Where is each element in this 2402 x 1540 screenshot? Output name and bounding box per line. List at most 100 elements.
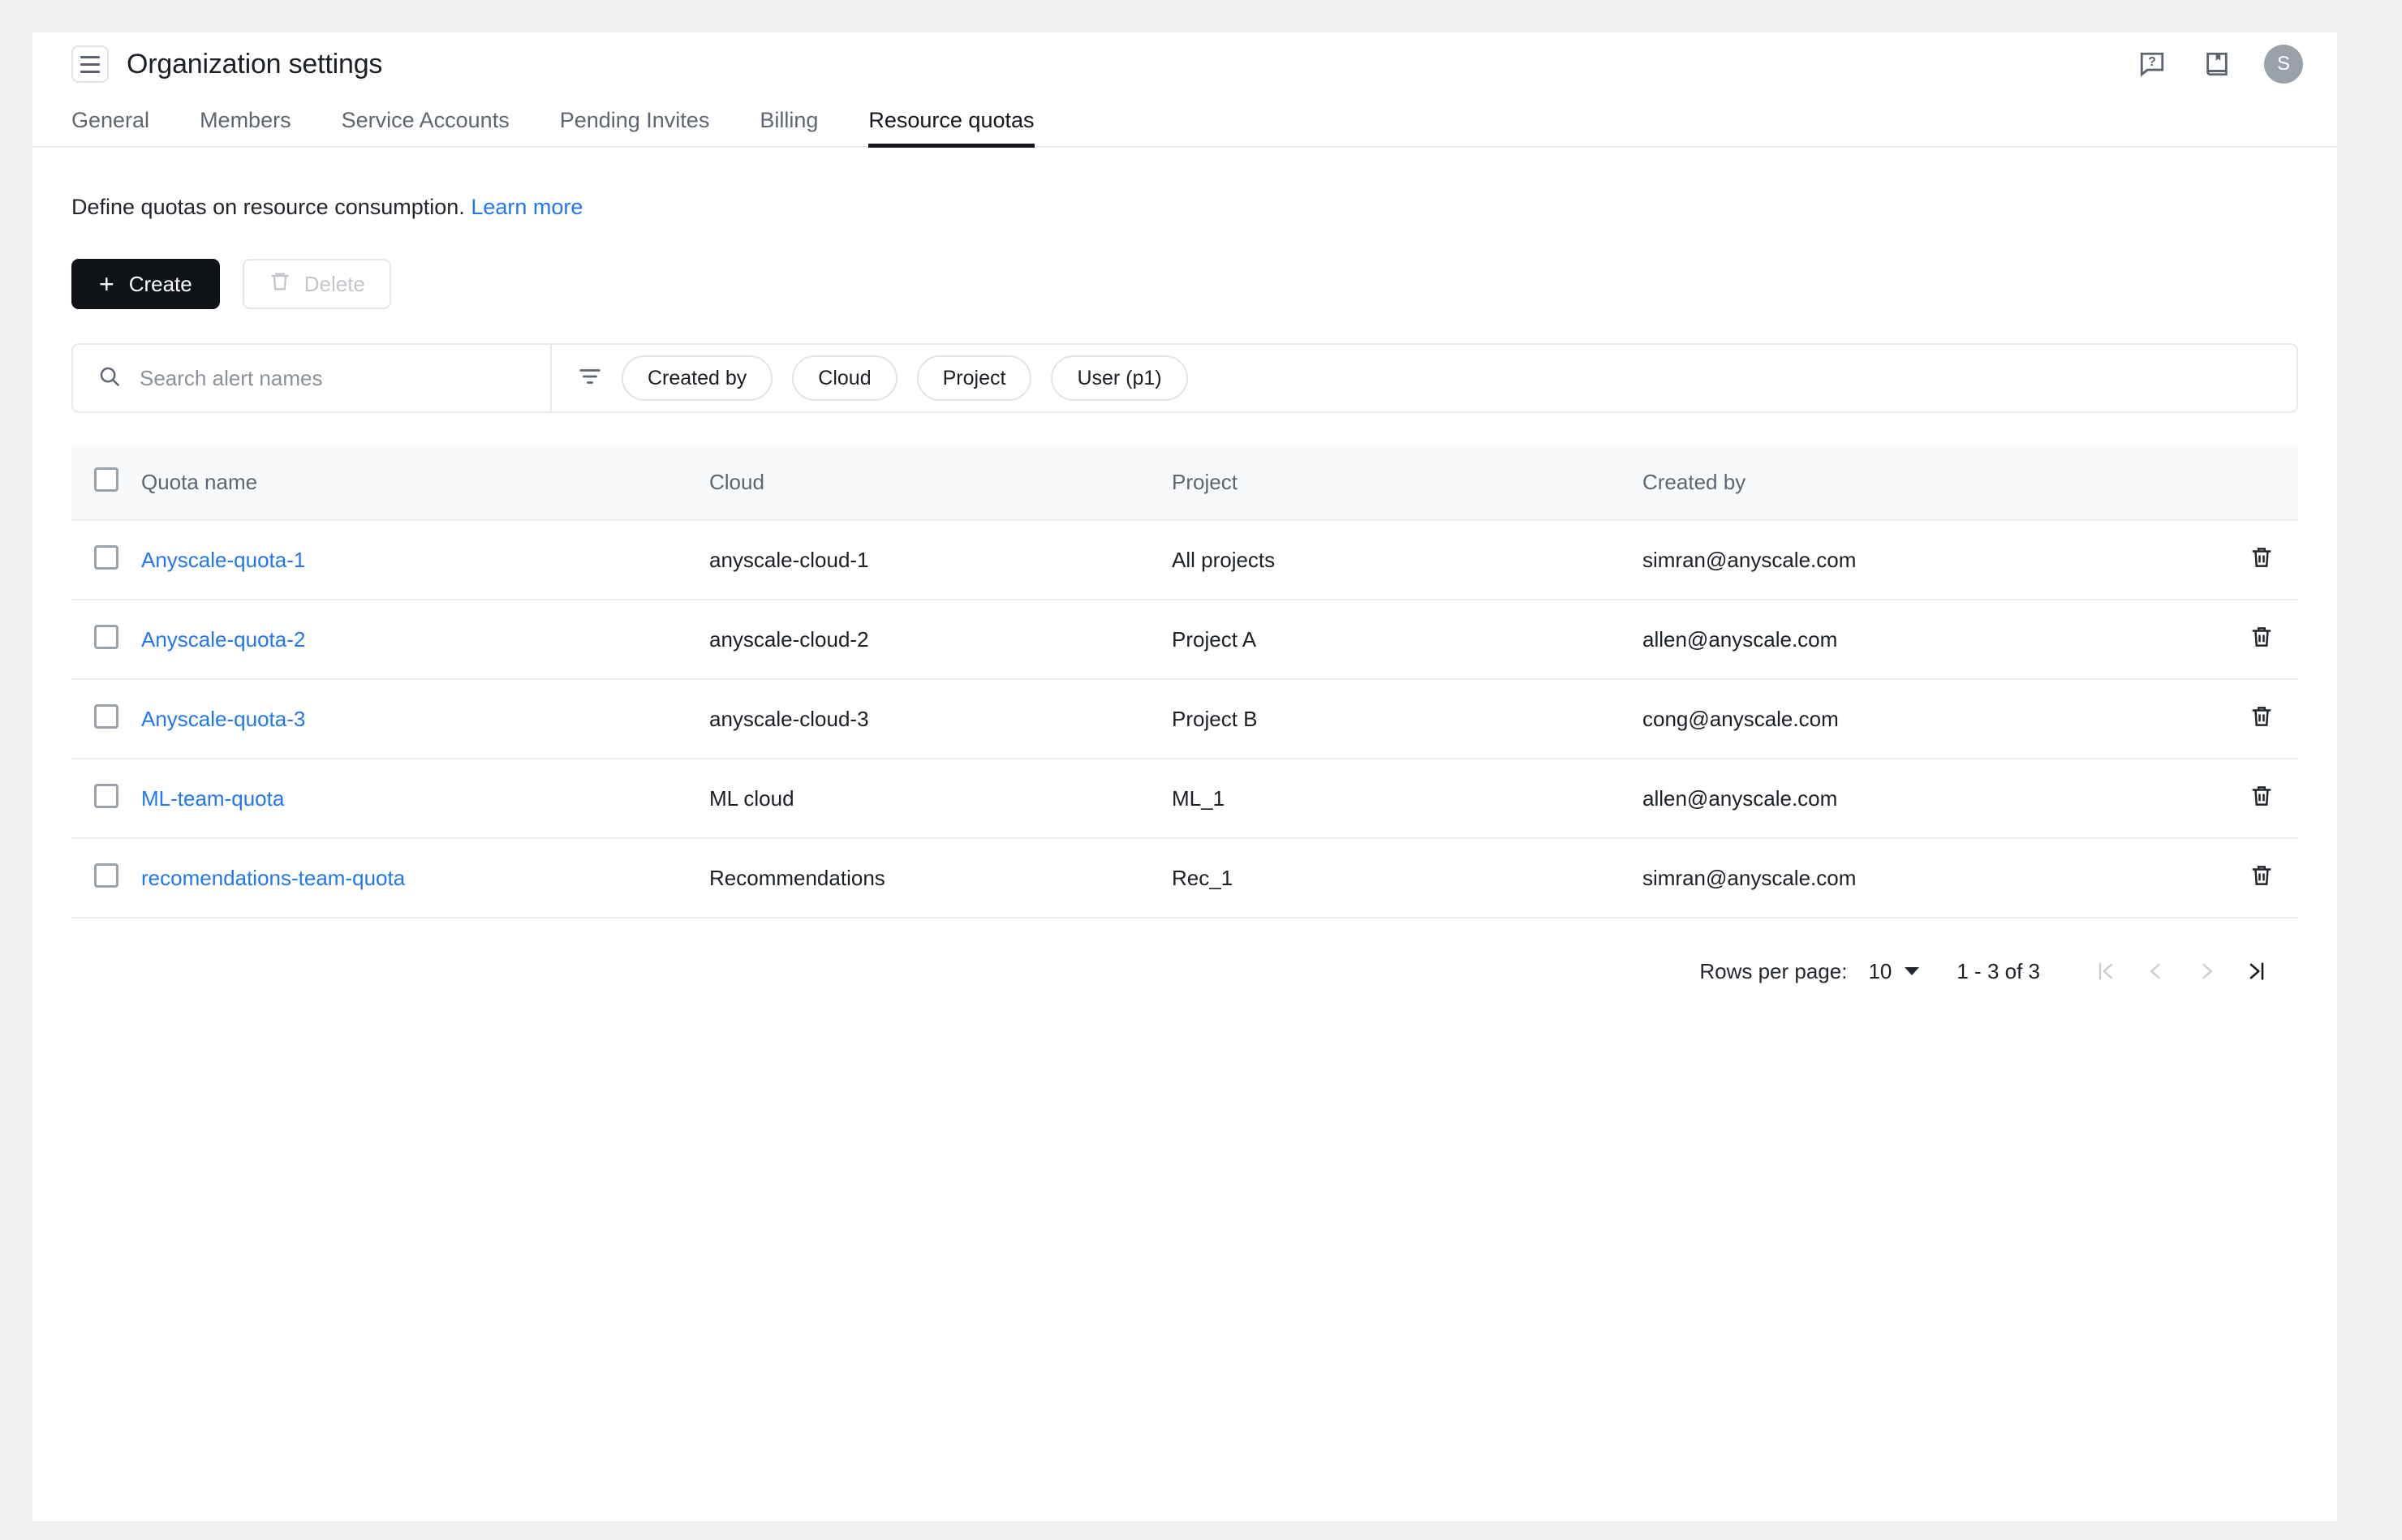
row-delete-trash-icon[interactable] — [2249, 625, 2274, 649]
cell-project: Project B — [1172, 679, 1642, 759]
help-chat-icon[interactable]: ? — [2134, 46, 2170, 82]
row-delete-trash-icon[interactable] — [2249, 784, 2274, 808]
create-button-label: Create — [128, 271, 192, 296]
book-bookmark-icon[interactable] — [2199, 46, 2235, 82]
page-description: Define quotas on resource consumption. L… — [71, 195, 2298, 220]
row-select-cell — [71, 679, 141, 759]
filter-chip-user[interactable]: User (p1) — [1051, 355, 1188, 401]
main-content: Define quotas on resource consumption. L… — [32, 195, 2337, 996]
page-next-icon[interactable] — [2181, 946, 2232, 996]
cell-cloud: anyscale-cloud-3 — [709, 679, 1172, 759]
tab-general[interactable]: General — [71, 108, 149, 148]
row-select-cell — [71, 759, 141, 839]
tab-service-accounts[interactable]: Service Accounts — [342, 108, 510, 148]
cell-cloud: anyscale-cloud-1 — [709, 520, 1172, 600]
quota-name-link[interactable]: Anyscale-quota-2 — [141, 627, 305, 652]
row-delete-trash-icon[interactable] — [2249, 545, 2274, 570]
cell-created-by: allen@anyscale.com — [1642, 600, 2201, 680]
row-checkbox[interactable] — [94, 703, 118, 729]
filter-chip-created-by[interactable]: Created by — [622, 355, 773, 401]
tab-members[interactable]: Members — [200, 108, 291, 148]
table-row[interactable]: ML-team-quota ML cloud ML_1 allen@anysca… — [71, 759, 2298, 839]
filter-chips-container: Created by Cloud Project User (p1) — [552, 345, 1214, 411]
cell-created-by: cong@anyscale.com — [1642, 679, 2201, 759]
cell-project: ML_1 — [1172, 759, 1642, 839]
hamburger-icon[interactable] — [71, 45, 109, 83]
filter-chip-project[interactable]: Project — [916, 355, 1032, 401]
delete-button-label: Delete — [303, 271, 365, 296]
create-button[interactable]: + Create — [71, 259, 220, 309]
row-delete-trash-icon[interactable] — [2249, 863, 2274, 888]
quota-name-link[interactable]: Anyscale-quota-3 — [141, 707, 305, 731]
cell-actions — [2201, 600, 2298, 680]
quotas-table: Quota name Cloud Project Created by Anys… — [71, 445, 2298, 918]
table-row[interactable]: recomendations-team-quota Recommendation… — [71, 838, 2298, 918]
row-checkbox[interactable] — [94, 862, 118, 888]
cell-cloud: anyscale-cloud-2 — [709, 600, 1172, 680]
description-text: Define quotas on resource consumption. — [71, 195, 465, 219]
column-header-actions — [2201, 445, 2298, 521]
cell-created-by: allen@anyscale.com — [1642, 759, 2201, 839]
row-checkbox[interactable] — [94, 544, 118, 570]
cell-quota-name: ML-team-quota — [141, 759, 709, 839]
cell-project: All projects — [1172, 520, 1642, 600]
cell-actions — [2201, 679, 2298, 759]
cell-project: Rec_1 — [1172, 838, 1642, 918]
avatar-initial: S — [2276, 53, 2290, 75]
column-header-project[interactable]: Project — [1172, 445, 1642, 521]
table-row[interactable]: Anyscale-quota-2 anyscale-cloud-2 Projec… — [71, 600, 2298, 680]
action-button-row: + Create Delete — [71, 259, 2298, 309]
table-body: Anyscale-quota-1 anyscale-cloud-1 All pr… — [71, 520, 2298, 918]
avatar[interactable]: S — [2264, 45, 2303, 84]
row-select-cell — [71, 600, 141, 680]
page-prev-icon[interactable] — [2131, 946, 2181, 996]
organization-settings-card: Organization settings ? S General Member… — [32, 32, 2337, 1521]
row-select-cell — [71, 520, 141, 600]
row-checkbox[interactable] — [94, 783, 118, 808]
page-title: Organization settings — [127, 48, 383, 80]
tab-billing[interactable]: Billing — [760, 108, 818, 148]
chevron-down-icon[interactable] — [1905, 967, 1920, 975]
quota-name-link[interactable]: Anyscale-quota-1 — [141, 548, 305, 572]
filter-icon[interactable] — [578, 364, 602, 393]
row-checkbox[interactable] — [94, 624, 118, 649]
cell-actions — [2201, 838, 2298, 918]
table-header: Quota name Cloud Project Created by — [71, 445, 2298, 521]
row-select-cell — [71, 838, 141, 918]
quota-name-link[interactable]: ML-team-quota — [141, 786, 284, 811]
table-header-row: Quota name Cloud Project Created by — [71, 445, 2298, 521]
header-left-group: Organization settings — [71, 45, 382, 83]
cell-actions — [2201, 759, 2298, 839]
table-row[interactable]: Anyscale-quota-1 anyscale-cloud-1 All pr… — [71, 520, 2298, 600]
page-first-icon[interactable] — [2081, 946, 2131, 996]
column-header-quota-name[interactable]: Quota name — [141, 445, 709, 521]
rows-per-page-label: Rows per page: — [1699, 958, 1848, 983]
search-container — [73, 345, 552, 411]
row-delete-trash-icon[interactable] — [2249, 704, 2274, 729]
search-icon — [97, 364, 122, 393]
rows-per-page-value[interactable]: 10 — [1868, 959, 1892, 984]
search-input[interactable] — [140, 365, 526, 391]
filter-bar: Created by Cloud Project User (p1) — [71, 343, 2298, 413]
delete-button[interactable]: Delete — [242, 259, 391, 309]
cell-cloud: ML cloud — [709, 759, 1172, 839]
pagination-range: 1 - 3 of 3 — [1956, 958, 2040, 983]
cell-quota-name: Anyscale-quota-1 — [141, 520, 709, 600]
cell-cloud: Recommendations — [709, 838, 1172, 918]
learn-more-link[interactable]: Learn more — [471, 195, 583, 219]
header-right-group: ? S — [2134, 45, 2303, 84]
svg-text:?: ? — [2148, 55, 2156, 69]
filter-chip-cloud[interactable]: Cloud — [792, 355, 898, 401]
cell-actions — [2201, 520, 2298, 600]
tab-resource-quotas[interactable]: Resource quotas — [868, 108, 1035, 148]
cell-quota-name: recomendations-team-quota — [141, 838, 709, 918]
cell-project: Project A — [1172, 600, 1642, 680]
quota-name-link[interactable]: recomendations-team-quota — [141, 866, 405, 890]
column-header-created-by[interactable]: Created by — [1642, 445, 2201, 521]
column-header-cloud[interactable]: Cloud — [709, 445, 1172, 521]
tab-pending-invites[interactable]: Pending Invites — [560, 108, 710, 148]
table-row[interactable]: Anyscale-quota-3 anyscale-cloud-3 Projec… — [71, 679, 2298, 759]
select-all-checkbox[interactable] — [94, 467, 118, 492]
pagination-bar: Rows per page: 10 1 - 3 of 3 — [71, 946, 2298, 996]
page-last-icon[interactable] — [2232, 946, 2282, 996]
